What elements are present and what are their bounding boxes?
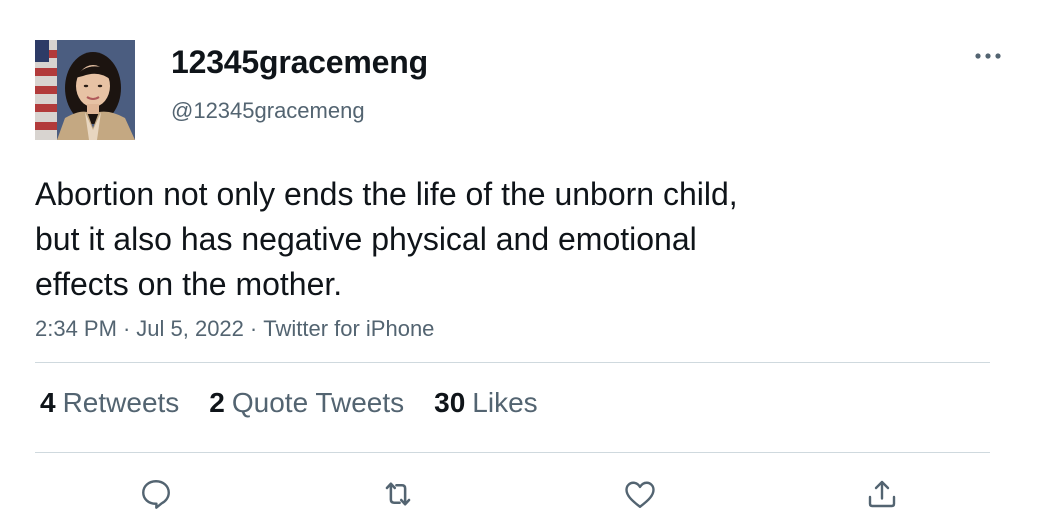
profile-photo [35, 40, 135, 140]
tweet-stats: 4 Retweets 2 Quote Tweets 30 Likes [40, 387, 538, 419]
share-button[interactable] [862, 474, 902, 514]
tweet-meta: 2:34 PM · Jul 5, 2022 · Twitter for iPhone [35, 316, 434, 342]
tweet-text: Abortion not only ends the life of the u… [35, 176, 738, 302]
avatar[interactable] [35, 40, 135, 140]
quote-tweets-count: 2 [209, 387, 225, 418]
tweet-source[interactable]: Twitter for iPhone [263, 316, 434, 341]
like-button[interactable] [620, 474, 660, 514]
likes-count: 30 [434, 387, 466, 418]
likes-stat[interactable]: 30 Likes [434, 387, 538, 419]
tweet-date[interactable]: Jul 5, 2022 [136, 316, 244, 341]
divider [35, 452, 990, 453]
heart-icon [625, 481, 655, 508]
retweets-stat[interactable]: 4 Retweets [40, 387, 179, 419]
more-options-button[interactable] [968, 42, 1008, 70]
tweet-time[interactable]: 2:34 PM [35, 316, 117, 341]
more-dots-icon [975, 53, 1001, 59]
divider [35, 362, 990, 363]
speech-bubble-icon [142, 480, 170, 509]
likes-label: Likes [472, 387, 538, 418]
meta-separator: · [249, 316, 258, 341]
meta-separator: · [122, 316, 131, 341]
retweets-label: Retweets [62, 387, 180, 418]
author-handle[interactable]: @12345gracemeng [171, 98, 365, 124]
quote-tweets-label: Quote Tweets [231, 387, 405, 418]
retweet-button[interactable] [378, 474, 418, 514]
retweets-count: 4 [40, 387, 56, 418]
share-upload-icon [868, 480, 896, 508]
author-display-name[interactable]: 12345gracemeng [171, 44, 428, 81]
reply-button[interactable] [136, 474, 176, 514]
quote-tweets-stat[interactable]: 2 Quote Tweets [209, 387, 404, 419]
retweet-arrows-icon [385, 482, 411, 506]
